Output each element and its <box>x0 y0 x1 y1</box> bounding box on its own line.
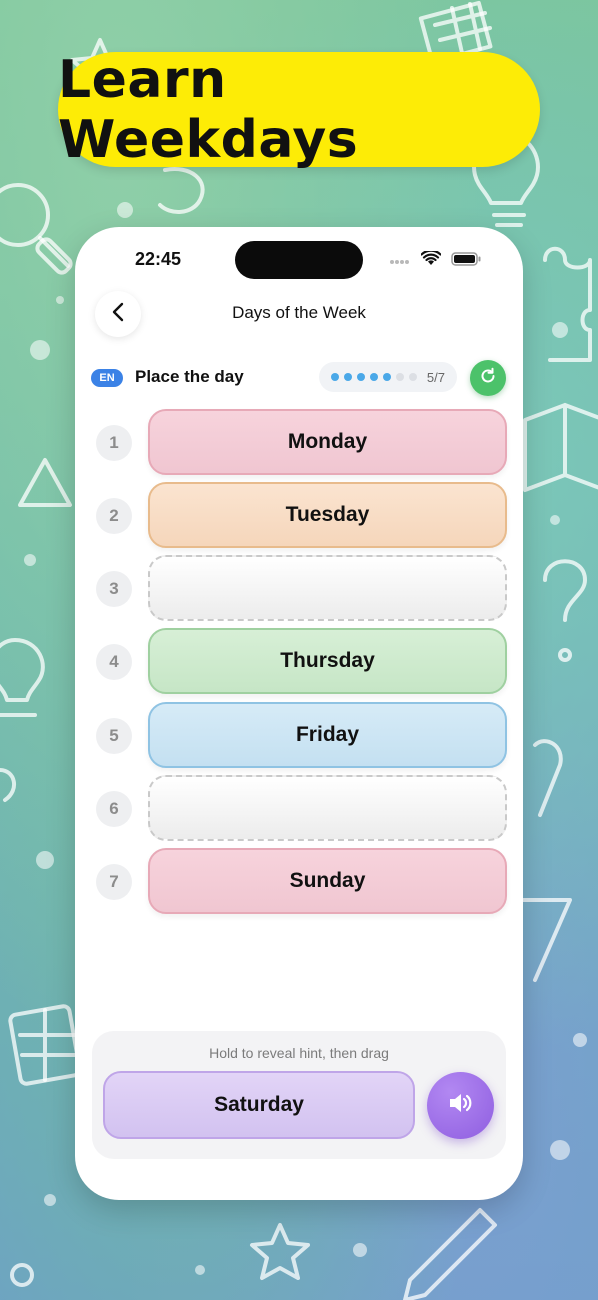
banner-title: Learn Weekdays <box>58 49 359 170</box>
slot-number: 4 <box>96 644 132 680</box>
progress-dot <box>331 373 339 381</box>
progress-dot <box>344 373 352 381</box>
title-banner: Learn Weekdays <box>58 49 540 170</box>
progress-dot <box>396 373 404 381</box>
hint-text: Hold to reveal hint, then drag <box>209 1045 389 1061</box>
slot-number: 3 <box>96 571 132 607</box>
empty-drop-slot[interactable] <box>148 775 507 841</box>
draggable-tray: Hold to reveal hint, then drag Saturday <box>92 1031 506 1159</box>
draggable-day-card[interactable]: Saturday <box>103 1071 415 1139</box>
speak-button[interactable] <box>427 1072 494 1139</box>
slot-number: 2 <box>96 498 132 534</box>
status-time: 22:45 <box>135 249 182 269</box>
slot-4: 4 Thursday <box>75 628 523 694</box>
day-card-tuesday[interactable]: Tuesday <box>148 482 507 548</box>
slot-1: 1 Monday <box>75 409 523 475</box>
page-title: Days of the Week <box>232 303 366 322</box>
reset-button[interactable] <box>470 360 506 396</box>
day-card-monday[interactable]: Monday <box>148 409 507 475</box>
slot-6: 6 <box>75 775 523 841</box>
slot-7: 7 Sunday <box>75 848 523 914</box>
dynamic-island <box>235 241 363 279</box>
language-badge: EN <box>91 369 123 387</box>
day-card-friday[interactable]: Friday <box>148 702 507 768</box>
slot-5: 5 Friday <box>75 702 523 768</box>
refresh-icon <box>479 367 497 390</box>
slot-2: 2 Tuesday <box>75 482 523 548</box>
battery-icon <box>451 251 481 271</box>
empty-drop-slot[interactable] <box>148 555 507 621</box>
progress-dot <box>383 373 391 381</box>
progress-dot <box>370 373 378 381</box>
slot-number: 1 <box>96 425 132 461</box>
signal-dots-icon <box>389 252 411 270</box>
speaker-icon <box>448 1092 474 1119</box>
progress-dot <box>357 373 365 381</box>
progress-dot <box>409 373 417 381</box>
progress-indicator: 5/7 <box>319 362 457 392</box>
day-card-sunday[interactable]: Sunday <box>148 848 507 914</box>
slot-3: 3 <box>75 555 523 621</box>
slot-number: 7 <box>96 864 132 900</box>
slot-number: 6 <box>96 791 132 827</box>
task-label: Place the day <box>135 367 244 386</box>
slot-number: 5 <box>96 718 132 754</box>
status-icons <box>389 249 481 271</box>
wifi-icon <box>420 249 442 271</box>
phone-frame: 22:45 Days of the Week EN Place the day … <box>75 227 523 1200</box>
progress-count: 5/7 <box>426 369 445 385</box>
day-card-thursday[interactable]: Thursday <box>148 628 507 694</box>
